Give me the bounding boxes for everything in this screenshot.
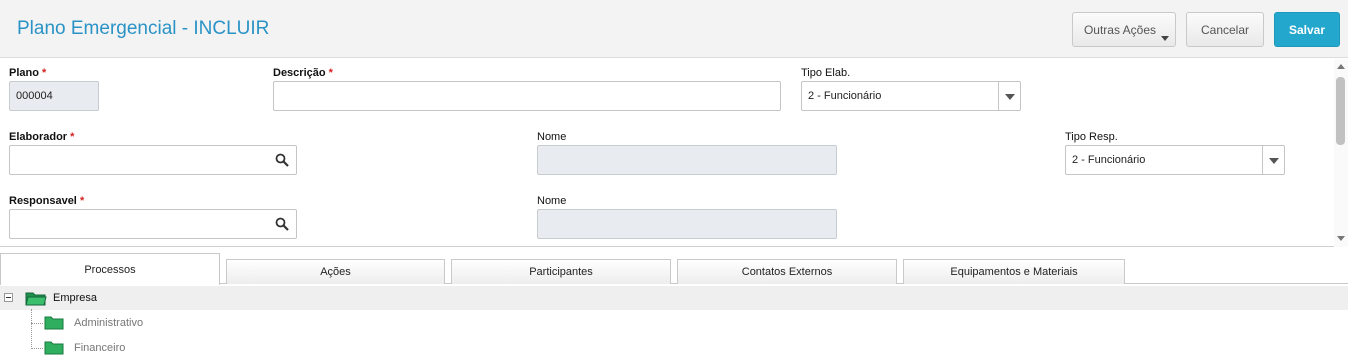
folder-icon xyxy=(25,292,47,306)
elaborador-label: Elaborador * xyxy=(9,131,74,143)
folder-icon xyxy=(44,316,64,330)
scroll-up-icon[interactable] xyxy=(1337,64,1345,69)
tipo-resp-label: Tipo Resp. xyxy=(1065,131,1118,143)
scroll-thumb[interactable] xyxy=(1336,77,1345,145)
tipo-elab-select[interactable]: 2 - Funcionário xyxy=(801,81,1021,111)
process-tree: Empresa Administrativo Financeiro xyxy=(0,285,1348,362)
scroll-down-icon[interactable] xyxy=(1337,236,1345,241)
elaborador-label-text: Elaborador xyxy=(9,131,68,143)
required-marker: * xyxy=(79,195,85,207)
tab-acoes[interactable]: Ações xyxy=(226,259,445,284)
tree-node-financeiro[interactable]: Financeiro xyxy=(0,336,1348,360)
tipo-elab-label: Tipo Elab. xyxy=(801,67,851,79)
descricao-label-text: Descrição xyxy=(273,67,326,79)
required-marker: * xyxy=(70,131,75,143)
folder-icon xyxy=(44,341,64,355)
plano-field[interactable]: 000004 xyxy=(9,81,99,111)
required-marker: * xyxy=(42,67,47,79)
outras-acoes-button[interactable]: Outras Ações xyxy=(1072,12,1176,47)
plano-value: 000004 xyxy=(16,90,53,102)
tipo-elab-value: 2 - Funcionário xyxy=(808,90,882,102)
tree-label-empresa: Empresa xyxy=(53,292,98,304)
page-title: Plano Emergencial - INCLUIR xyxy=(17,18,270,39)
tree-node-administrativo[interactable]: Administrativo xyxy=(0,311,1348,335)
collapse-icon[interactable] xyxy=(4,293,13,302)
nome-elaborador-label: Nome xyxy=(537,131,567,143)
tab-contatos-externos[interactable]: Contatos Externos xyxy=(677,259,897,284)
responsavel-field[interactable] xyxy=(9,209,297,239)
descricao-field[interactable] xyxy=(273,81,781,111)
tipo-resp-select[interactable]: 2 - Funcionário xyxy=(1065,145,1285,175)
chevron-down-icon[interactable] xyxy=(1262,146,1284,174)
form-panel: Plano * 000004 Descrição * Tipo Elab. 2 … xyxy=(0,59,1348,247)
tree-label-financeiro: Financeiro xyxy=(74,342,126,354)
cancel-button[interactable]: Cancelar xyxy=(1186,12,1264,47)
tab-bar: Processos Ações Participantes Contatos E… xyxy=(0,251,1348,285)
plano-label-text: Plano xyxy=(9,67,39,79)
nome-responsavel-field[interactable] xyxy=(537,209,837,239)
required-marker: * xyxy=(328,67,333,79)
elaborador-field[interactable] xyxy=(9,145,297,175)
responsavel-label-text: Responsavel xyxy=(9,195,77,207)
tab-participantes[interactable]: Participantes xyxy=(451,259,671,284)
chevron-down-icon[interactable] xyxy=(998,82,1020,110)
search-icon[interactable] xyxy=(275,217,289,231)
caret-down-icon xyxy=(1161,36,1169,41)
tab-equipamentos-materiais[interactable]: Equipamentos e Materiais xyxy=(903,259,1125,284)
tree-label-administrativo: Administrativo xyxy=(74,317,144,329)
descricao-label: Descrição * xyxy=(273,67,333,79)
outras-acoes-label: Outras Ações xyxy=(1083,22,1157,37)
tree-node-empresa[interactable]: Empresa xyxy=(0,286,1348,310)
plano-label: Plano * xyxy=(9,67,46,79)
save-button[interactable]: Salvar xyxy=(1274,12,1340,47)
tipo-resp-value: 2 - Funcionário xyxy=(1072,154,1146,166)
header-bar: Plano Emergencial - INCLUIR Outras Ações… xyxy=(0,0,1348,58)
tab-processos[interactable]: Processos xyxy=(0,253,220,285)
nome-responsavel-label: Nome xyxy=(537,195,567,207)
nome-elaborador-field[interactable] xyxy=(537,145,837,175)
form-scrollbar[interactable] xyxy=(1334,59,1348,247)
responsavel-label: Responsavel * xyxy=(9,195,84,207)
search-icon[interactable] xyxy=(275,153,289,167)
